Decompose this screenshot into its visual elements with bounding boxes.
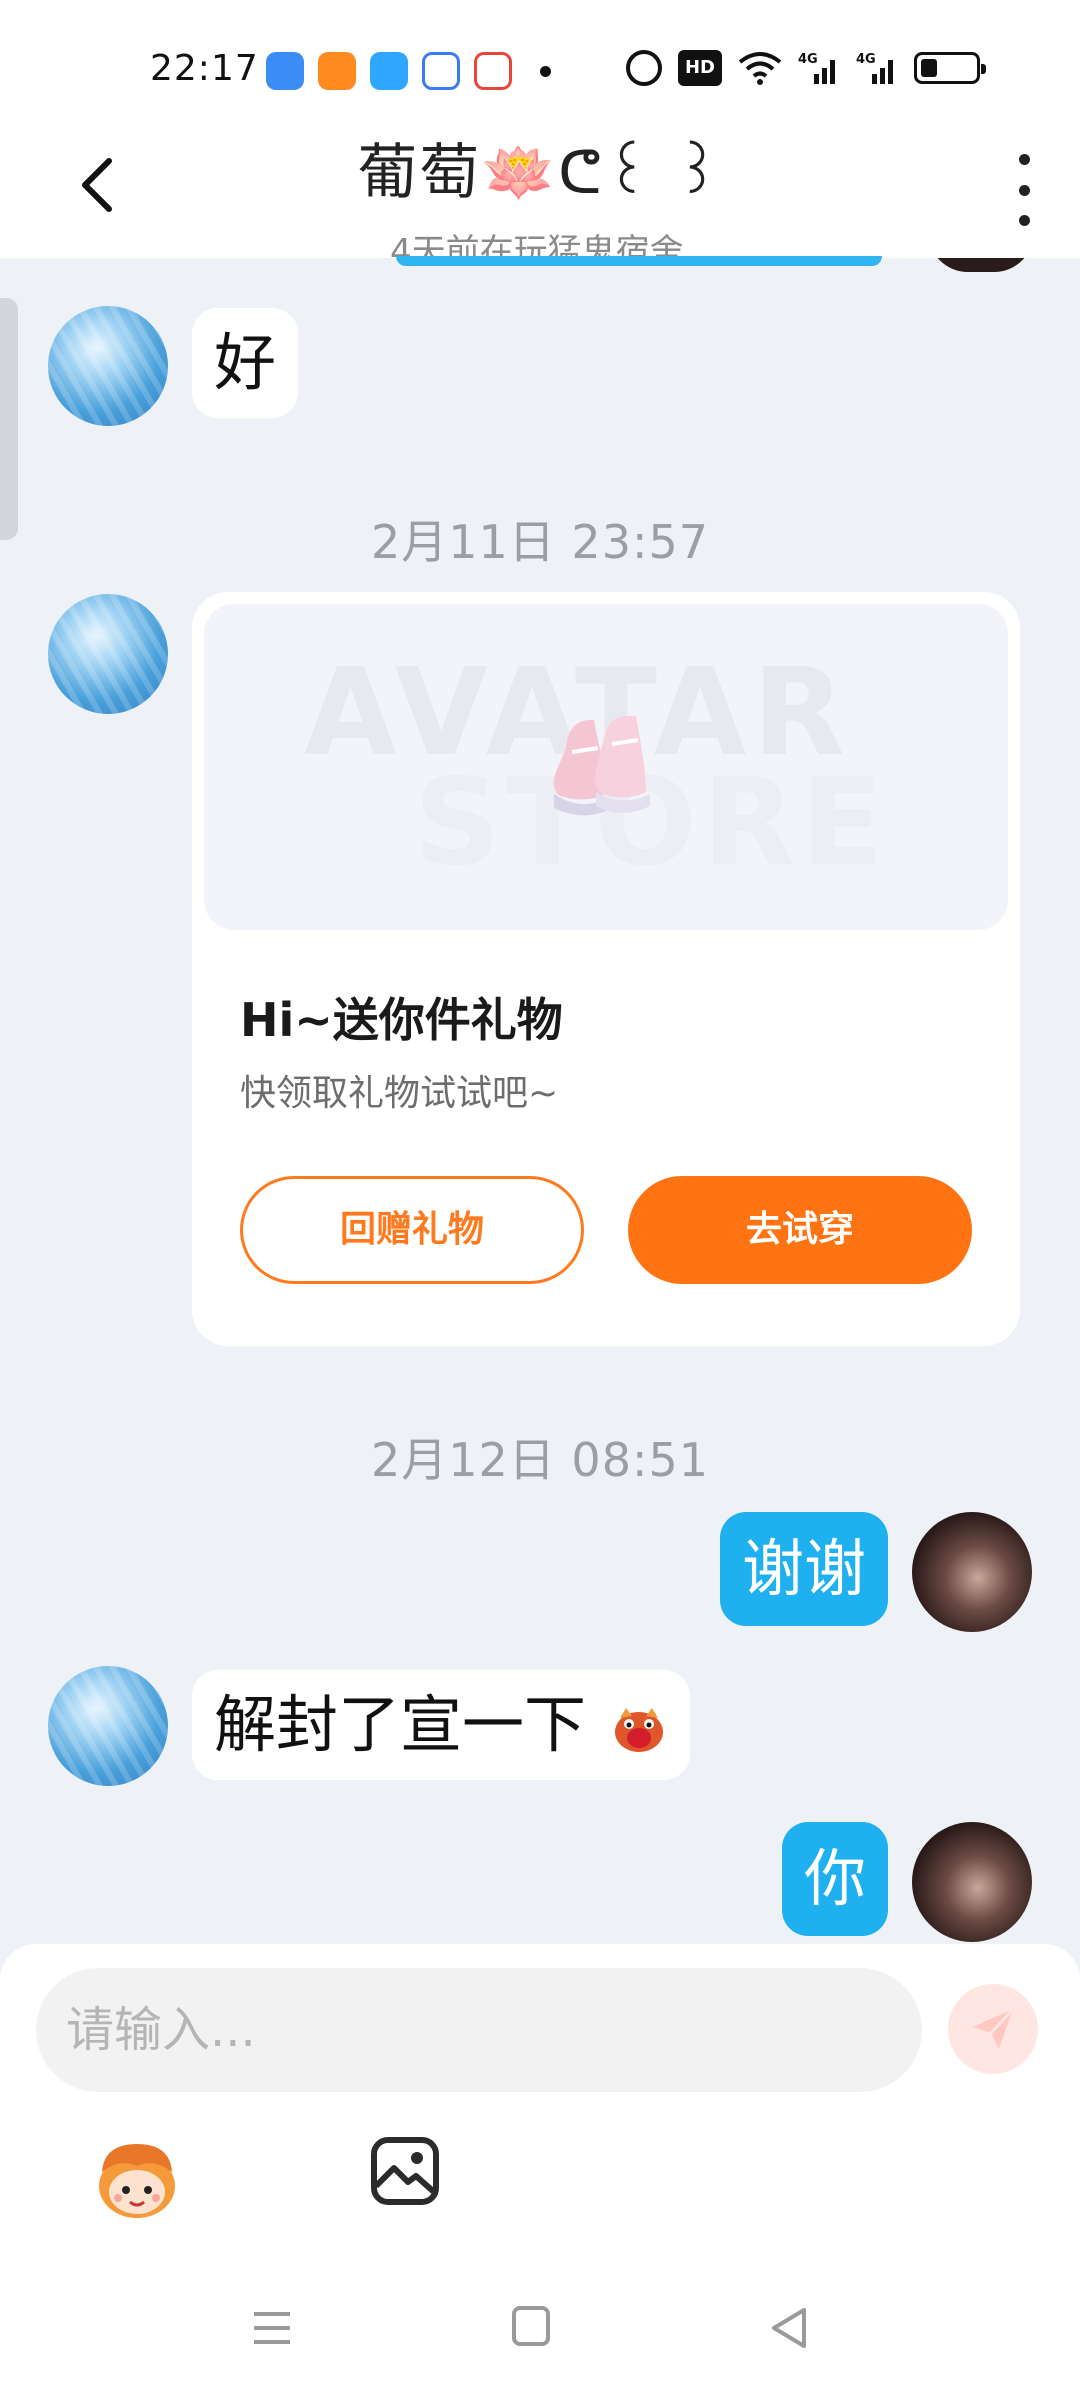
system-icons: HD 4G 4G xyxy=(626,50,986,86)
top-bar: 22:17 HD 4G 4G 葡萄🪷ᕦ꒰ ꒱ xyxy=(0,0,1080,258)
system-nav-bar xyxy=(0,2276,1080,2400)
recent-apps-icon[interactable] xyxy=(252,2310,292,2346)
music-app-icon xyxy=(422,52,460,90)
gift-subtitle: 快领取礼物试试吧~ xyxy=(240,1073,559,1114)
incoming-message[interactable]: 好 xyxy=(192,308,299,418)
gift-card[interactable]: AVATAR STORE Hi~送你件礼物 快领取礼物试试吧~ 回赠礼物 去试穿 xyxy=(192,592,1020,1346)
try-on-button[interactable]: 去试穿 xyxy=(628,1176,972,1284)
signal-2-icon: 4G xyxy=(856,52,893,84)
system-back-icon[interactable] xyxy=(768,2306,810,2350)
return-gift-button[interactable]: 回赠礼物 xyxy=(240,1176,584,1284)
home-icon[interactable] xyxy=(512,2306,550,2346)
contact-avatar[interactable] xyxy=(48,1666,168,1786)
more-dot-icon xyxy=(1018,215,1030,226)
more-options-button[interactable] xyxy=(1004,154,1044,226)
incoming-message-text: 解封了宣一下 xyxy=(214,1688,587,1761)
message-timestamp: 2月11日 23:57 xyxy=(371,515,709,569)
outgoing-message[interactable]: 谢谢 xyxy=(719,1512,888,1626)
image-picker-icon[interactable] xyxy=(370,2136,440,2206)
chat-title: 葡萄🪷ᕦ꒰ ꒱ xyxy=(357,138,723,208)
my-avatar[interactable] xyxy=(912,1512,1032,1632)
more-notifications-dot xyxy=(540,66,551,77)
alarm-icon xyxy=(626,50,662,86)
score-app-icon xyxy=(474,52,512,90)
gift-shoes-image xyxy=(553,716,650,816)
browser-app-icon xyxy=(370,52,408,90)
incoming-message[interactable]: 解封了宣一下 xyxy=(192,1670,690,1780)
hd-voice-icon: HD xyxy=(678,50,722,86)
contact-avatar[interactable] xyxy=(48,594,168,714)
notification-app-icons xyxy=(266,52,512,90)
my-avatar[interactable] xyxy=(912,1822,1032,1942)
sticker-emoji-icon xyxy=(614,1707,663,1752)
message-timestamp: 2月12日 08:51 xyxy=(371,1433,709,1487)
scroll-indicator[interactable] xyxy=(0,298,18,540)
battery-icon xyxy=(914,52,986,84)
gift-title: Hi~送你件礼物 xyxy=(240,993,563,1047)
sticker-picker-icon[interactable] xyxy=(92,2136,182,2222)
more-dot-icon xyxy=(1018,184,1030,196)
gift-banner[interactable]: AVATAR STORE xyxy=(204,604,1008,930)
video-app-icon xyxy=(318,52,356,90)
send-icon xyxy=(973,2007,1015,2049)
outgoing-message[interactable]: 你 xyxy=(781,1822,888,1936)
weather-app-icon xyxy=(266,52,304,90)
more-dot-icon xyxy=(1018,154,1030,165)
contact-avatar[interactable] xyxy=(48,306,168,426)
status-bar: 22:17 HD 4G 4G xyxy=(0,36,1080,106)
game-status-bar xyxy=(396,256,882,266)
message-input[interactable] xyxy=(36,1968,922,2092)
send-button[interactable] xyxy=(948,1984,1038,2074)
wifi-icon xyxy=(738,52,782,85)
game-status-text: 4天前在玩猛鬼宿舍 xyxy=(390,232,684,258)
status-time: 22:17 xyxy=(150,48,259,89)
signal-1-icon: 4G xyxy=(798,52,835,84)
svg-text:4G: 4G xyxy=(856,52,876,67)
svg-text:4G: 4G xyxy=(798,52,818,67)
